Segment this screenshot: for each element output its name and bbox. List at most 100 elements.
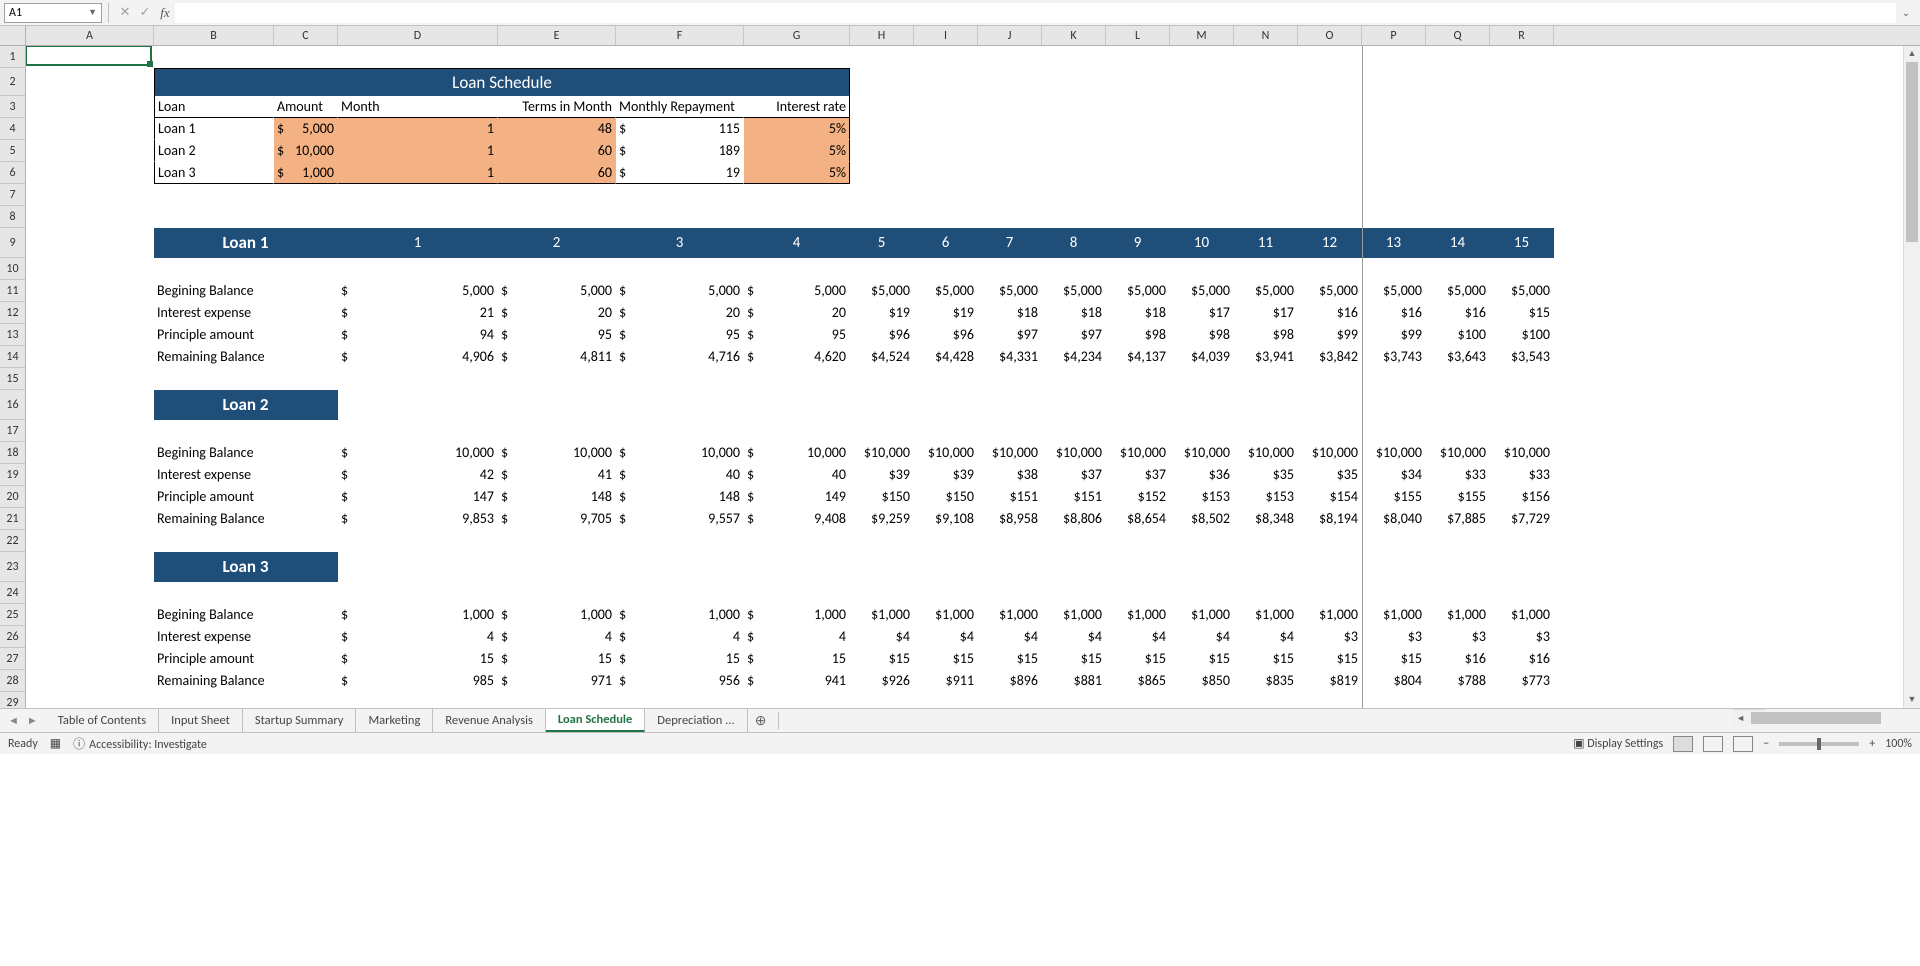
zoom-slider[interactable] <box>1779 742 1859 746</box>
cell[interactable] <box>26 346 154 368</box>
cell[interactable]: $156 <box>1490 486 1554 508</box>
cell[interactable]: $881 <box>1042 670 1106 692</box>
cell[interactable]: $149 <box>744 486 850 508</box>
scroll-left-icon[interactable]: ◄ <box>1733 713 1749 724</box>
cell[interactable]: $4,524 <box>850 346 914 368</box>
cell[interactable]: $1,000 <box>274 162 338 184</box>
cell[interactable]: $15 <box>1170 648 1234 670</box>
loan-title[interactable]: Loan 2 <box>154 390 338 420</box>
cell[interactable]: $10,000 <box>498 442 616 464</box>
cell[interactable]: $15 <box>1042 648 1106 670</box>
cell[interactable]: $3,743 <box>1362 346 1426 368</box>
cell[interactable]: $150 <box>850 486 914 508</box>
cell[interactable]: $99 <box>1298 324 1362 346</box>
cell[interactable]: $5,000 <box>1106 280 1170 302</box>
cell[interactable] <box>26 302 154 324</box>
cell[interactable]: $4 <box>850 626 914 648</box>
cell[interactable]: 5% <box>744 162 850 184</box>
column-header[interactable]: A <box>26 26 154 45</box>
cell[interactable]: Monthly Repayment <box>616 96 744 118</box>
cell[interactable]: $151 <box>1042 486 1106 508</box>
cell[interactable]: $804 <box>1362 670 1426 692</box>
cell[interactable] <box>26 118 154 140</box>
cell[interactable]: $3 <box>1362 626 1426 648</box>
cell[interactable]: Begining Balance <box>154 604 338 626</box>
cell[interactable]: $40 <box>744 464 850 486</box>
confirm-icon[interactable]: ✓ <box>135 3 155 23</box>
cell[interactable]: Interest rate <box>744 96 850 118</box>
cell[interactable]: $10,000 <box>1490 442 1554 464</box>
cell[interactable] <box>26 280 154 302</box>
cell[interactable]: $35 <box>1298 464 1362 486</box>
cell[interactable] <box>26 140 154 162</box>
cell[interactable]: $8,040 <box>1362 508 1426 530</box>
cell[interactable] <box>26 96 154 118</box>
cell[interactable]: $33 <box>1426 464 1490 486</box>
tab-next-icon[interactable]: ► <box>27 714 38 727</box>
cell[interactable]: $5,000 <box>1042 280 1106 302</box>
cell[interactable]: $1,000 <box>850 604 914 626</box>
cell[interactable] <box>26 162 154 184</box>
scroll-down-icon[interactable]: ▼ <box>1904 692 1920 708</box>
sheet-tab[interactable]: Startup Summary <box>243 709 357 732</box>
cell[interactable]: $35 <box>1234 464 1298 486</box>
row-header[interactable]: 25 <box>0 604 25 626</box>
cell[interactable]: $189 <box>616 140 744 162</box>
column-header[interactable]: I <box>914 26 978 45</box>
row-header[interactable]: 4 <box>0 118 25 140</box>
cell[interactable]: 6 <box>914 228 978 258</box>
cell[interactable]: 8 <box>1042 228 1106 258</box>
select-all-corner[interactable] <box>0 26 26 45</box>
cell[interactable]: $19 <box>850 302 914 324</box>
column-header[interactable]: M <box>1170 26 1234 45</box>
row-header[interactable]: 6 <box>0 162 25 184</box>
cell[interactable]: $19 <box>616 162 744 184</box>
cell[interactable]: $9,108 <box>914 508 978 530</box>
cell[interactable]: 15 <box>1490 228 1554 258</box>
cell[interactable]: $10,000 <box>274 140 338 162</box>
cell[interactable]: $15 <box>1298 648 1362 670</box>
column-header[interactable]: P <box>1362 26 1426 45</box>
add-sheet-button[interactable]: ⊕ <box>748 709 774 732</box>
cell[interactable] <box>26 626 154 648</box>
cell[interactable]: $1,000 <box>1106 604 1170 626</box>
accessibility-status[interactable]: ⓘAccessibility: Investigate <box>73 735 207 752</box>
cell[interactable]: $4,716 <box>616 346 744 368</box>
row-header[interactable]: 24 <box>0 582 25 604</box>
cell[interactable]: Loan 1 <box>154 118 274 140</box>
cell[interactable]: $10,000 <box>338 442 498 464</box>
cell[interactable]: $41 <box>498 464 616 486</box>
row-header[interactable]: 15 <box>0 368 25 390</box>
row-header[interactable]: 13 <box>0 324 25 346</box>
cell[interactable]: 10 <box>1170 228 1234 258</box>
cell[interactable]: 9 <box>1106 228 1170 258</box>
cell[interactable]: $8,806 <box>1042 508 1106 530</box>
cell[interactable]: $38 <box>978 464 1042 486</box>
cell[interactable]: $98 <box>1234 324 1298 346</box>
cell[interactable]: $97 <box>978 324 1042 346</box>
cell[interactable]: $3 <box>1298 626 1362 648</box>
cell[interactable]: $4 <box>498 626 616 648</box>
cell[interactable]: $1,000 <box>1234 604 1298 626</box>
cell[interactable]: $150 <box>914 486 978 508</box>
cell[interactable]: $153 <box>1234 486 1298 508</box>
cell[interactable]: $98 <box>1170 324 1234 346</box>
scroll-up-icon[interactable]: ▲ <box>1904 46 1920 62</box>
column-header[interactable]: O <box>1298 26 1362 45</box>
row-header[interactable]: 12 <box>0 302 25 324</box>
cell[interactable]: $985 <box>338 670 498 692</box>
cell[interactable]: $4 <box>744 626 850 648</box>
cell[interactable]: $10,000 <box>1234 442 1298 464</box>
cell[interactable]: $1,000 <box>1362 604 1426 626</box>
zoom-in-button[interactable]: + <box>1869 737 1875 751</box>
formula-input[interactable] <box>175 3 1896 23</box>
name-box[interactable]: A1 ▼ <box>4 3 102 23</box>
cell[interactable]: $33 <box>1490 464 1554 486</box>
cell[interactable]: $40 <box>616 464 744 486</box>
cell[interactable]: $16 <box>1426 648 1490 670</box>
name-box-dropdown-icon[interactable]: ▼ <box>88 7 97 18</box>
cell[interactable]: $9,557 <box>616 508 744 530</box>
cell[interactable]: $15 <box>1106 648 1170 670</box>
row-header[interactable]: 28 <box>0 670 25 692</box>
cell[interactable]: $115 <box>616 118 744 140</box>
